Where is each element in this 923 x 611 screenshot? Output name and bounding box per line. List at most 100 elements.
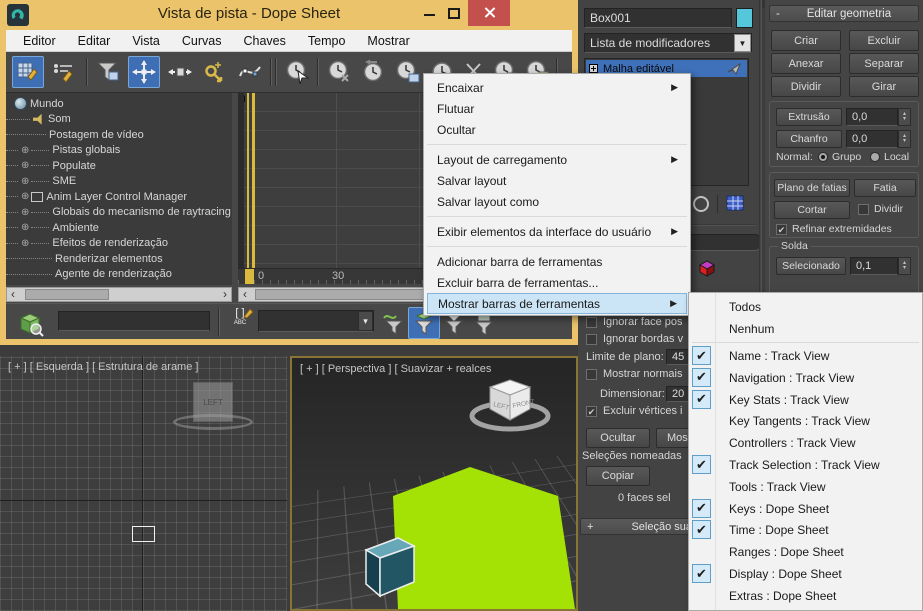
tree-item-anim-layer-control-manager[interactable]: ⊕ Anim Layer Control Manager xyxy=(6,189,232,205)
cut-button[interactable]: Cortar xyxy=(774,201,850,219)
delete-isolated-vertices-checkbox[interactable]: ✔ xyxy=(586,406,597,417)
slice-button[interactable]: Fatia xyxy=(854,179,916,197)
expand-plus-icon[interactable]: ⊕ xyxy=(21,207,29,218)
delete-time-icon[interactable] xyxy=(324,56,356,88)
viewport-left[interactable]: LEFT [ + ] [ Esquerda ] [ Estrutura de a… xyxy=(0,356,287,611)
submenu-item-todos[interactable]: Todos xyxy=(717,296,920,318)
slice-plane-button[interactable]: Plano de fatias xyxy=(774,179,850,197)
tree-item-populate[interactable]: ⊕ Populate xyxy=(6,158,232,174)
close-button[interactable] xyxy=(468,0,510,26)
submenu-item-track-selection-track-view[interactable]: Track Selection : Track View xyxy=(717,454,920,476)
delete-button[interactable]: Excluir xyxy=(849,30,919,51)
bevel-spinner[interactable]: ▴ ▾ xyxy=(898,130,911,148)
tree-item-sme[interactable]: ⊕ SME xyxy=(6,174,232,190)
add-keys-icon[interactable] xyxy=(198,56,230,88)
submenu-item-display-dope-sheet[interactable]: Display : Dope Sheet xyxy=(717,563,920,585)
menu-item-encaixar[interactable]: Encaixar ▶ xyxy=(427,77,687,98)
show-normals-checkbox[interactable] xyxy=(586,369,597,380)
bevel-button[interactable]: Chanfro xyxy=(776,130,842,148)
menu-editor[interactable]: Editor xyxy=(12,34,67,48)
attach-button[interactable]: Anexar xyxy=(771,53,841,74)
expand-plus-icon[interactable]: ⊕ xyxy=(21,145,29,156)
modifier-list-arrow-icon[interactable]: ▼ xyxy=(734,34,751,52)
expand-plus-icon[interactable]: ⊕ xyxy=(21,176,29,187)
check-icon[interactable]: ✔ xyxy=(692,389,711,409)
menu-vista[interactable]: Vista xyxy=(121,34,171,48)
tree-item-agente-renderizacao[interactable]: Agente de renderização xyxy=(6,267,232,283)
viewcube-perspective[interactable]: LEFT FRONT xyxy=(460,376,560,434)
create-button[interactable]: Criar xyxy=(771,30,841,51)
name-filter-input[interactable] xyxy=(58,311,210,331)
expand-plus-icon[interactable]: ⊕ xyxy=(21,238,29,249)
submenu-item-keys-dope-sheet[interactable]: Keys : Dope Sheet xyxy=(717,498,920,520)
submenu-item-key-tangents-track-view[interactable]: Key Tangents : Track View xyxy=(717,410,920,432)
menu-item-exibir-elementos-interface[interactable]: Exibir elementos da interface do usuário… xyxy=(427,221,687,242)
tree-item-postagem-video[interactable]: Postagem de vídeo xyxy=(6,127,232,143)
selected-object-wireframe[interactable] xyxy=(132,526,155,542)
normal-group-radio[interactable] xyxy=(818,152,828,162)
submenu-item-name-track-view[interactable]: Name : Track View xyxy=(717,345,920,367)
turn-button[interactable]: Girar xyxy=(849,76,919,97)
expand-plus-icon[interactable]: ⊕ xyxy=(21,222,29,233)
check-icon[interactable]: ✔ xyxy=(692,455,711,474)
edit-geometry-rollout[interactable]: - Editar geometria xyxy=(769,5,919,22)
normal-local-radio[interactable] xyxy=(870,152,880,162)
copy-button[interactable]: Copiar xyxy=(586,466,650,486)
tree-item-som[interactable]: Som xyxy=(6,112,232,128)
extrude-spinner-field[interactable]: 0,0 xyxy=(846,108,898,126)
dropdown-chevron-icon[interactable]: ▾ xyxy=(358,311,373,331)
expand-plus-icon[interactable]: ⊕ xyxy=(21,160,29,171)
draw-curves-icon[interactable] xyxy=(234,56,266,88)
tree-hscrollbar[interactable]: ‹ › xyxy=(6,287,232,302)
edit-ranges-icon[interactable] xyxy=(48,56,80,88)
menu-item-ocultar[interactable]: Ocultar xyxy=(427,119,687,140)
viewport-left-label[interactable]: [ + ] [ Esquerda ] [ Estrutura de arame … xyxy=(8,361,198,373)
object-color-swatch[interactable] xyxy=(736,8,753,28)
expand-plus-icon[interactable]: ⊕ xyxy=(21,191,29,202)
filters-icon[interactable] xyxy=(92,56,124,88)
hide-button[interactable]: Ocultar xyxy=(586,428,650,448)
menu-tempo[interactable]: Tempo xyxy=(297,34,357,48)
time-slider-handle[interactable] xyxy=(245,269,254,284)
edit-keys-icon[interactable] xyxy=(12,56,44,88)
spin-down-icon[interactable]: ▾ xyxy=(903,265,906,271)
selected-teal-box[interactable] xyxy=(364,534,418,600)
select-time-icon[interactable] xyxy=(282,56,314,88)
submenu-item-ranges-dope-sheet[interactable]: Ranges : Dope Sheet xyxy=(717,541,920,563)
scrollbar-thumb[interactable] xyxy=(25,289,109,300)
submenu-item-nenhum[interactable]: Nenhum xyxy=(717,318,920,340)
extrude-spinner[interactable]: ▴ ▾ xyxy=(898,108,911,126)
submenu-item-time-dope-sheet[interactable]: Time : Dope Sheet xyxy=(717,519,920,541)
check-icon[interactable]: ✔ xyxy=(692,346,711,365)
submenu-item-key-stats-track-view[interactable]: Key Stats : Track View xyxy=(717,389,920,411)
menu-mostrar[interactable]: Mostrar xyxy=(356,34,420,48)
tree-item-efeitos-renderizacao[interactable]: ⊕ Efeitos de renderização xyxy=(6,236,232,252)
element-select-icon[interactable] xyxy=(697,258,717,278)
spin-down-icon[interactable]: ▾ xyxy=(903,138,906,144)
check-icon[interactable]: ✔ xyxy=(692,564,711,583)
configure-modifier-sets-icon[interactable] xyxy=(724,194,748,214)
tree-item-renderizar-elementos[interactable]: Renderizar elementos xyxy=(6,251,232,267)
split-checkbox[interactable] xyxy=(858,204,869,215)
check-icon[interactable]: ✔ xyxy=(692,520,711,540)
scroll-left-icon[interactable]: ‹ xyxy=(11,288,15,301)
menu-editar[interactable]: Editar xyxy=(67,34,122,48)
divide-button[interactable]: Dividir xyxy=(771,76,841,97)
submenu-item-navigation-track-view[interactable]: Navigation : Track View xyxy=(717,367,920,389)
viewport-persp-label[interactable]: [ + ] [ Perspectiva ] [ Suavizar + realc… xyxy=(300,363,491,375)
submenu-item-controllers-track-view[interactable]: Controllers : Track View xyxy=(717,432,920,454)
scroll-right-icon[interactable]: › xyxy=(223,288,227,301)
maximize-button[interactable] xyxy=(448,8,460,19)
modifier-list-dropdown[interactable]: Lista de modificadores xyxy=(584,33,752,53)
time-slider-line[interactable] xyxy=(252,93,255,268)
weld-spinner[interactable]: ▴ ▾ xyxy=(898,257,911,275)
menu-item-layout-de-carregamento[interactable]: Layout de carregamento ▶ xyxy=(427,149,687,170)
show-end-result-icon[interactable] xyxy=(690,194,714,214)
edit-track-set-icon[interactable]: [ ] ABC xyxy=(226,307,254,335)
check-icon[interactable]: ✔ xyxy=(692,498,711,518)
object-name-field[interactable]: Box001 xyxy=(584,8,732,28)
menu-item-flutuar[interactable]: Flutuar xyxy=(427,98,687,119)
extrude-button[interactable]: Extrusão xyxy=(776,108,842,126)
menu-chaves[interactable]: Chaves xyxy=(232,34,296,48)
title-bar[interactable]: Vista de pista - Dope Sheet xyxy=(0,0,578,30)
